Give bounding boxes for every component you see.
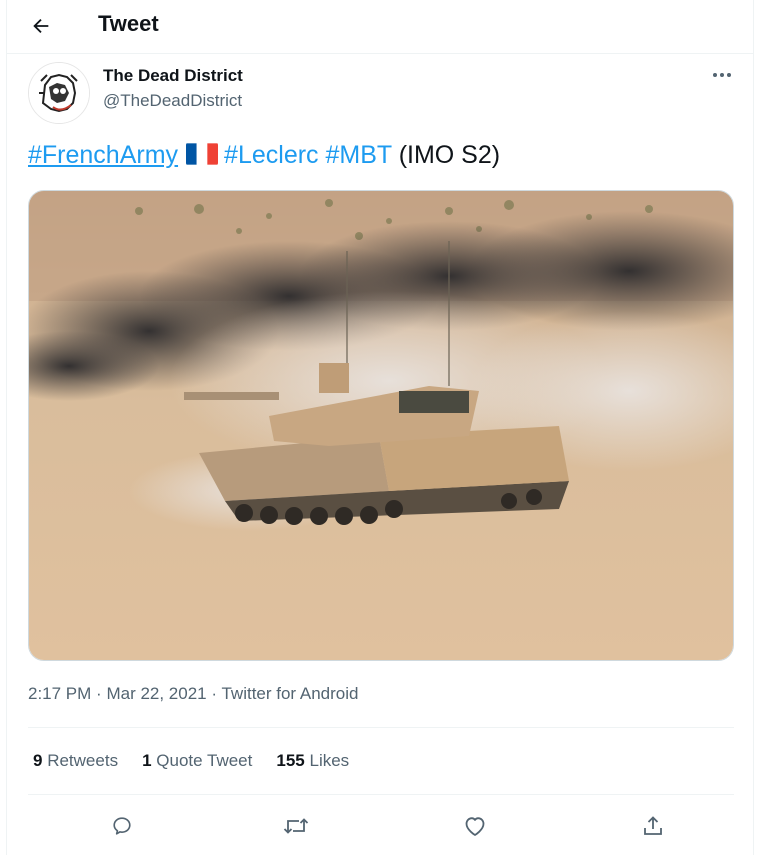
reply-button[interactable] [104, 808, 140, 844]
share-button[interactable] [635, 808, 671, 844]
tweet-time[interactable]: 2:17 PM [28, 684, 91, 703]
quote-tweets-stat[interactable]: 1 Quote Tweet [142, 751, 252, 771]
meta-separator: · [96, 684, 102, 703]
divider [28, 727, 734, 728]
author-handle[interactable]: @TheDeadDistrict [103, 91, 242, 111]
retweet-icon [283, 818, 309, 834]
more-options-button[interactable] [707, 62, 737, 88]
tweet-source[interactable]: Twitter for Android [221, 684, 358, 703]
hashtag-mbt[interactable]: #MBT [326, 141, 392, 169]
hashtag-leclerc[interactable]: #Leclerc [224, 141, 319, 169]
meta-separator: · [211, 684, 218, 703]
french-flag-icon [186, 142, 219, 166]
tweet-photo[interactable] [28, 190, 734, 661]
back-button[interactable] [27, 12, 55, 40]
retweet-button[interactable] [278, 808, 314, 844]
author-name[interactable]: The Dead District [103, 66, 243, 86]
tweet-stats: 9 Retweets 1 Quote Tweet 155 Likes [33, 751, 349, 771]
tweet-date[interactable]: Mar 22, 2021 [106, 684, 206, 703]
tweet-text-rest: (IMO S2) [398, 141, 501, 169]
avatar[interactable] [28, 62, 90, 124]
page-header: Tweet [7, 0, 753, 54]
reply-icon [113, 817, 131, 835]
tweet-page: Tweet The Dead District @TheDeadDistrict… [6, 0, 754, 855]
like-icon [465, 817, 485, 836]
tweet-text: #FrenchArmy #Leclerc #MBT (IMO S2) [28, 141, 500, 170]
tweet-actions [28, 808, 734, 844]
retweets-stat[interactable]: 9 Retweets [33, 751, 118, 771]
page-title: Tweet [98, 11, 159, 36]
arrow-left-icon [33, 18, 49, 34]
share-icon [644, 816, 662, 835]
divider [28, 794, 734, 795]
more-icon [713, 73, 731, 77]
likes-stat[interactable]: 155 Likes [276, 751, 349, 771]
avatar-image [29, 63, 89, 123]
like-button[interactable] [457, 808, 493, 844]
tweet-meta: 2:17 PM · Mar 22, 2021 · Twitter for And… [28, 684, 358, 704]
tank-photo [29, 191, 733, 660]
hashtag-frencharmy[interactable]: #FrenchArmy [28, 141, 178, 169]
